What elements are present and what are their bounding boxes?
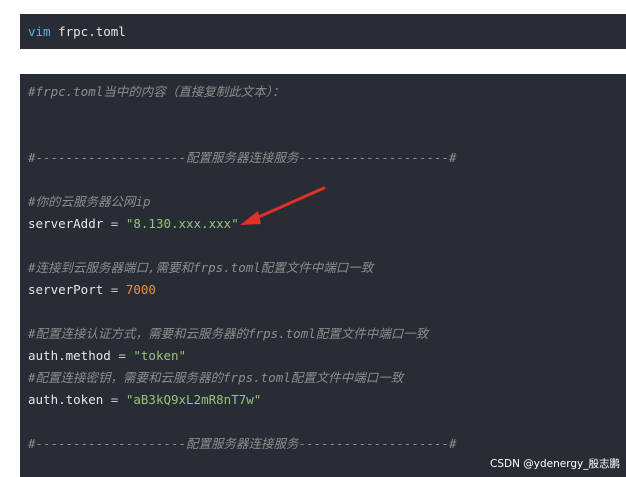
auth-method-line: auth.method = "token" — [28, 348, 186, 364]
server-port-value: 7000 — [125, 282, 156, 297]
token-comment: #配置连接密钥，需要和云服务器的frps.toml配置文件中端口一致 — [28, 370, 404, 385]
command-line: vim frpc.toml — [28, 24, 126, 40]
server-port-op: = — [103, 282, 126, 297]
auth-method-key: auth.method — [28, 348, 111, 363]
auth-token-value: "aB3kQ9xL2mR8nT7w" — [125, 392, 262, 407]
auth-token-key: auth.token — [28, 392, 104, 407]
config-code-block: #frpc.toml当中的内容（直接复制此文本）： #-------------… — [20, 74, 626, 477]
server-port-key: serverPort — [28, 282, 104, 297]
command-argument: frpc.toml — [50, 24, 126, 39]
csdn-watermark: CSDN @ydenergy_殷志鹏 — [490, 458, 620, 470]
section-start-comment: #--------------------配置服务器连接服务----------… — [28, 150, 457, 165]
auth-method-op: = — [110, 348, 134, 363]
server-addr-line: serverAddr = "8.130.xxx.xxx" — [28, 216, 239, 232]
auth-method-value: "token" — [133, 348, 187, 363]
command-keyword: vim — [28, 24, 51, 39]
auth-token-op: = — [103, 392, 126, 407]
section-end-comment: #--------------------配置服务器连接服务----------… — [28, 436, 457, 451]
server-port-line: serverPort = 7000 — [28, 282, 156, 298]
port-comment: #连接到云服务器端口,需要和frps.toml配置文件中端口一致 — [28, 260, 374, 275]
ip-comment: #你的云服务器公网ip — [28, 194, 151, 209]
server-addr-value: "8.130.xxx.xxx" — [125, 216, 239, 231]
server-addr-key: serverAddr — [28, 216, 104, 231]
command-code-block: vim frpc.toml — [20, 14, 626, 49]
server-addr-op: = — [103, 216, 126, 231]
auth-comment: #配置连接认证方式，需要和云服务器的frps.toml配置文件中端口一致 — [28, 326, 429, 341]
auth-token-line: auth.token = "aB3kQ9xL2mR8nT7w" — [28, 392, 261, 408]
title-comment: #frpc.toml当中的内容（直接复制此文本）： — [28, 84, 285, 99]
